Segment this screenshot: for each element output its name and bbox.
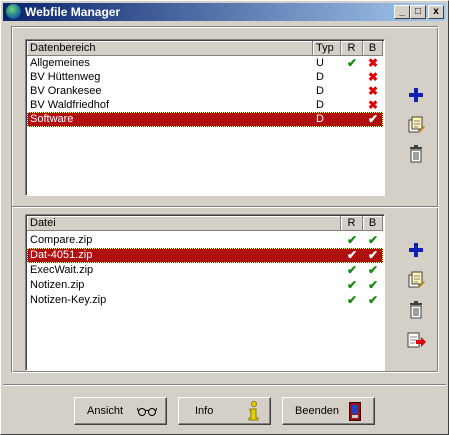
files-header-name[interactable]: Datei xyxy=(27,216,341,231)
write-check-icon: ✔ xyxy=(368,278,379,292)
read-check-icon: ✔ xyxy=(347,263,358,277)
write-check-icon: ✔ xyxy=(368,293,379,307)
glasses-icon xyxy=(137,407,157,416)
file-row[interactable]: Compare.zip ✔ ✔ xyxy=(27,233,383,248)
area-type: D xyxy=(316,99,324,111)
area-row[interactable]: BV Hüttenweg D ✖ xyxy=(27,70,383,85)
write-check-icon: ✔ xyxy=(368,233,379,247)
area-type: D xyxy=(316,113,324,125)
export-file-icon[interactable] xyxy=(406,331,426,349)
write-cross-icon: ✖ xyxy=(368,98,379,112)
areas-header-type[interactable]: Typ xyxy=(313,41,341,56)
file-name: ExecWait.zip xyxy=(30,264,94,276)
info-button[interactable]: Info xyxy=(178,397,271,425)
areas-header: Datenbereich Typ R B xyxy=(27,41,383,56)
areas-header-b[interactable]: B xyxy=(363,41,383,56)
area-row[interactable]: BV Orankesee D ✖ xyxy=(27,84,383,99)
info-icon xyxy=(248,401,259,421)
area-name: Allgemeines xyxy=(30,57,90,69)
file-name: Notizen.zip xyxy=(30,279,85,291)
files-header-b[interactable]: B xyxy=(363,216,383,231)
read-check-icon: ✔ xyxy=(347,233,358,247)
area-type: U xyxy=(316,57,324,69)
add-area-icon[interactable] xyxy=(406,86,426,104)
view-button-label: Ansicht xyxy=(87,405,124,417)
area-name: BV Hüttenweg xyxy=(30,71,101,83)
area-type: D xyxy=(316,71,324,83)
add-file-icon[interactable] xyxy=(406,241,426,259)
minimize-button[interactable]: _ xyxy=(394,5,410,19)
files-header-r[interactable]: R xyxy=(341,216,363,231)
quit-button-label: Beenden xyxy=(295,405,340,417)
area-name: BV Waldfriedhof xyxy=(30,99,110,111)
areas-header-name[interactable]: Datenbereich xyxy=(27,41,313,56)
areas-list[interactable]: Datenbereich Typ R B Allgemeines U ✔ ✖ BV Hü… xyxy=(25,39,385,196)
area-row[interactable]: Software D ✔ xyxy=(27,112,383,127)
read-check-icon: ✔ xyxy=(347,56,358,70)
files-header: Datei R B xyxy=(27,216,383,231)
delete-area-icon[interactable] xyxy=(406,145,426,163)
close-button[interactable]: x xyxy=(428,5,444,19)
area-type: D xyxy=(316,85,324,97)
read-check-icon: ✔ xyxy=(347,293,358,307)
file-name: Notizen-Key.zip xyxy=(30,294,107,306)
delete-file-icon[interactable] xyxy=(406,301,426,319)
app-globe-icon xyxy=(6,4,21,19)
areas-header-r[interactable]: R xyxy=(341,41,363,56)
view-button[interactable]: Ansicht xyxy=(74,397,167,425)
files-list[interactable]: Datei R B Compare.zip ✔ ✔ Dat-4051.zip ✔ ✔ Exe… xyxy=(25,214,385,371)
read-check-icon: ✔ xyxy=(347,248,358,262)
file-name: Dat-4051.zip xyxy=(30,249,93,261)
write-check-icon: ✔ xyxy=(368,263,379,277)
write-cross-icon: ✖ xyxy=(368,56,379,70)
area-row[interactable]: Allgemeines U ✔ ✖ xyxy=(27,56,383,71)
area-name: Software xyxy=(30,113,74,125)
write-cross-icon: ✖ xyxy=(368,70,379,84)
file-row[interactable]: Notizen.zip ✔ ✔ xyxy=(27,278,383,293)
file-row[interactable]: Notizen-Key.zip ✔ ✔ xyxy=(27,293,383,308)
window-title: Webfile Manager xyxy=(25,5,121,19)
area-row[interactable]: BV Waldfriedhof D ✖ xyxy=(27,98,383,113)
info-button-label: Info xyxy=(195,405,214,417)
write-cross-icon: ✖ xyxy=(368,84,379,98)
app-window: Webfile Manager _ □ x Datenbereich Typ R… xyxy=(0,0,449,435)
file-row[interactable]: Dat-4051.zip ✔ ✔ xyxy=(27,248,383,263)
area-name: BV Orankesee xyxy=(30,85,102,97)
edit-file-icon[interactable] xyxy=(406,271,426,289)
quit-button[interactable]: Beenden xyxy=(282,397,375,425)
exit-door-icon xyxy=(349,402,361,421)
read-check-icon: ✔ xyxy=(347,278,358,292)
write-check-icon: ✔ xyxy=(368,112,379,126)
file-row[interactable]: ExecWait.zip ✔ ✔ xyxy=(27,263,383,278)
title-bar[interactable]: Webfile Manager _ □ x xyxy=(3,3,446,21)
edit-area-icon[interactable] xyxy=(406,116,426,134)
bottom-separator xyxy=(3,384,446,386)
write-check-icon: ✔ xyxy=(368,248,379,262)
file-name: Compare.zip xyxy=(30,234,93,246)
maximize-button[interactable]: □ xyxy=(410,5,426,19)
